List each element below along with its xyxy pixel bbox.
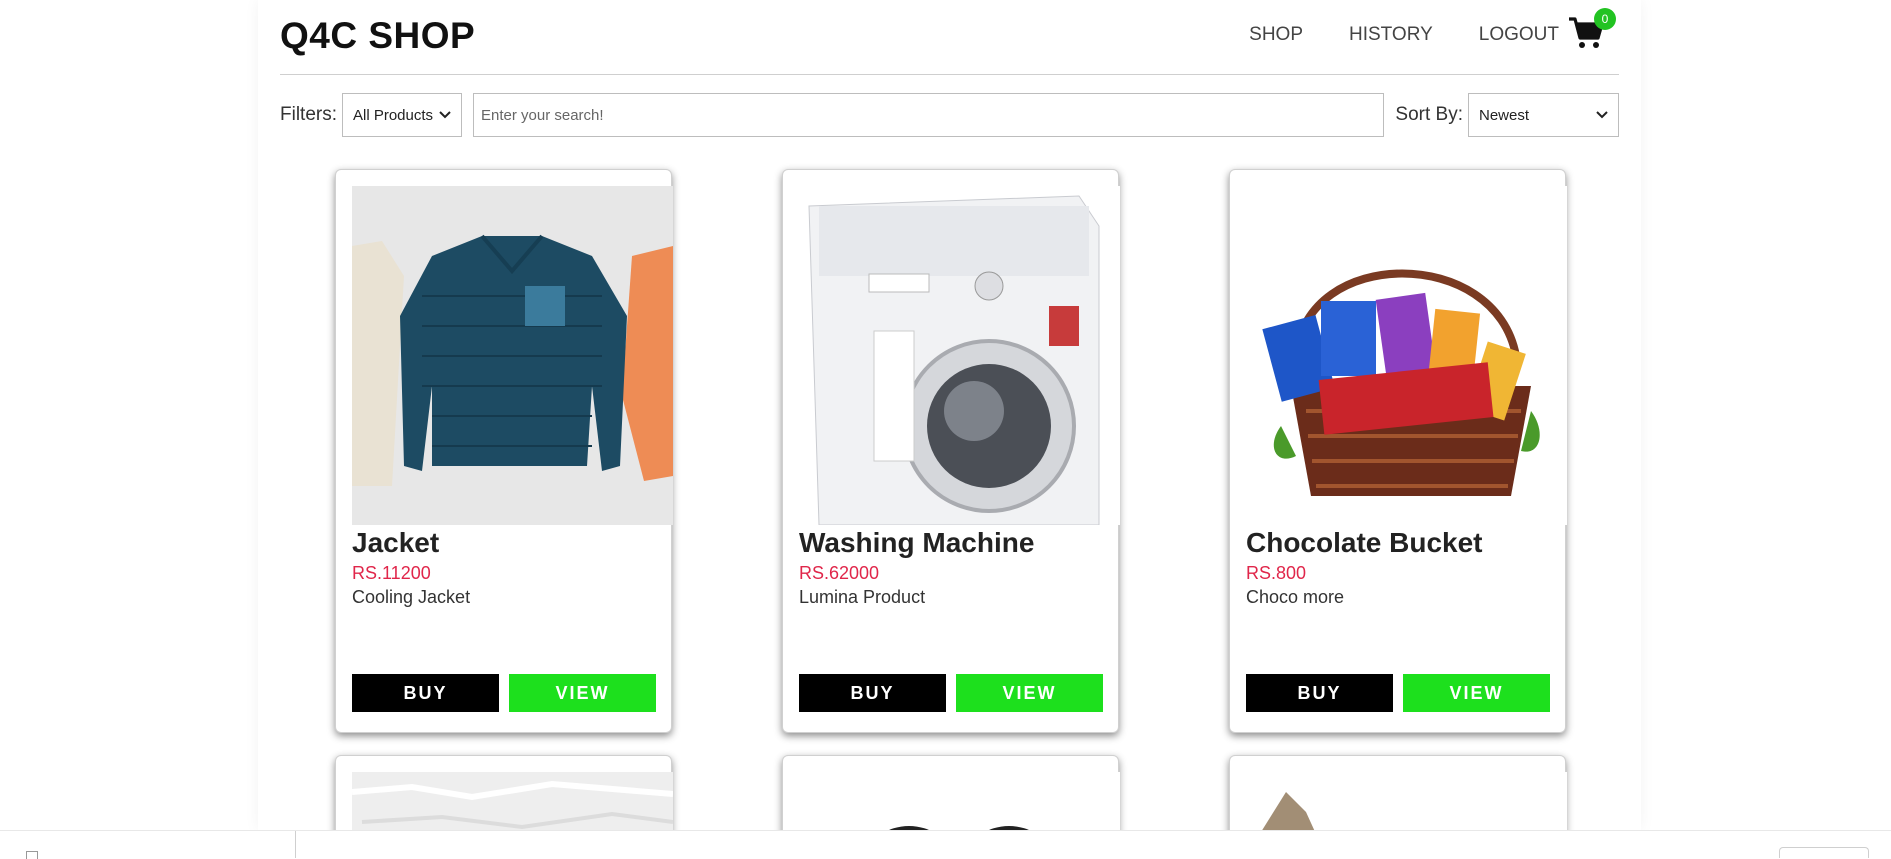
category-select[interactable]: All Products <box>342 93 462 137</box>
product-description: Lumina Product <box>799 587 926 607</box>
product-image-jacket[interactable] <box>352 186 673 525</box>
search-input[interactable]: Enter your search! <box>473 93 1385 137</box>
sort-select-value: Newest <box>1479 106 1530 124</box>
bar-divider <box>295 831 296 858</box>
buy-button[interactable]: BUY <box>1246 674 1393 712</box>
view-button[interactable]: VIEW <box>1403 674 1550 712</box>
product-image[interactable] <box>352 772 673 830</box>
product-name: Washing Machine <box>799 527 1035 558</box>
product-card: Jacket RS.11200 Cooling Jacket BUY VIEW <box>335 169 673 733</box>
product-image[interactable] <box>799 772 1120 830</box>
product-card <box>335 755 673 830</box>
product-price: RS.62000 <box>799 563 880 583</box>
view-button[interactable]: VIEW <box>956 674 1103 712</box>
cart-button[interactable]: 0 <box>1568 8 1616 50</box>
nav-history-link[interactable]: HISTORY <box>1349 24 1433 46</box>
nav-logout-link[interactable]: LOGOUT <box>1479 24 1559 46</box>
buy-button[interactable]: BUY <box>799 674 946 712</box>
product-image-washing-machine[interactable] <box>799 186 1120 525</box>
search-placeholder: Enter your search! <box>481 106 604 124</box>
product-description: Choco more <box>1246 587 1345 607</box>
product-price: RS.11200 <box>352 563 431 583</box>
product-name: Jacket <box>352 527 440 558</box>
product-card: Chocolate Bucket RS.800 Choco more BUY V… <box>1229 169 1567 733</box>
bar-tab[interactable] <box>1779 847 1869 858</box>
site-header: Q4C SHOP SHOP HISTORY LOGOUT 0 <box>280 0 1619 75</box>
sort-select[interactable]: Newest <box>1468 93 1619 137</box>
main-nav: SHOP HISTORY LOGOUT <box>1203 24 1559 46</box>
nav-shop-link[interactable]: SHOP <box>1249 24 1303 46</box>
buy-button[interactable]: BUY <box>352 674 499 712</box>
bottom-bar <box>0 830 1891 859</box>
cart-count-badge: 0 <box>1594 8 1616 30</box>
product-image[interactable] <box>1246 772 1567 830</box>
product-image-chocolate-bucket[interactable] <box>1246 186 1567 525</box>
product-card <box>782 755 1120 830</box>
chevron-down-icon <box>1596 111 1608 119</box>
filter-bar: Filters: All Products Enter your search!… <box>280 92 1619 138</box>
view-button[interactable]: VIEW <box>509 674 656 712</box>
category-select-value: All Products <box>353 106 434 124</box>
product-card: Washing Machine RS.62000 Lumina Product … <box>782 169 1120 733</box>
site-brand[interactable]: Q4C SHOP <box>280 15 475 57</box>
sort-label: Sort By: <box>1395 104 1463 125</box>
document-icon <box>26 851 38 859</box>
chevron-down-icon <box>439 111 451 119</box>
filters-label: Filters: <box>280 104 337 125</box>
product-price: RS.800 <box>1246 563 1307 583</box>
shop-page: Q4C SHOP SHOP HISTORY LOGOUT 0 Filters: … <box>258 0 1641 830</box>
product-card <box>1229 755 1567 830</box>
product-name: Chocolate Bucket <box>1246 527 1483 558</box>
product-description: Cooling Jacket <box>352 587 471 607</box>
